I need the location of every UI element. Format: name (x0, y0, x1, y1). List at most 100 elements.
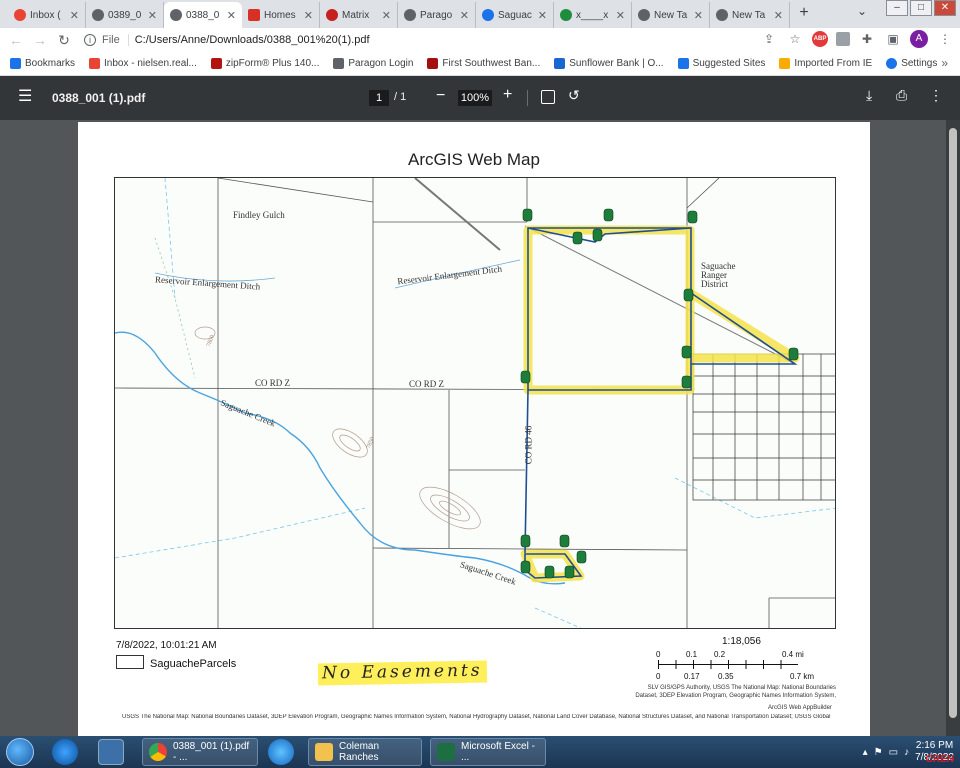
footnote: USGS The National Map: National Boundari… (122, 714, 831, 720)
close-icon[interactable]: ✕ (460, 9, 469, 22)
tab-0389[interactable]: 0389_0 ✕ (86, 2, 164, 28)
scale-km-2: 0.35 (718, 672, 734, 681)
download-icon[interactable]: ⤓ (866, 87, 872, 104)
matrix-icon (326, 9, 338, 21)
scale-km-3: 0.7 km (790, 672, 815, 681)
rotate-icon[interactable]: ↺ (568, 87, 580, 104)
close-icon[interactable]: ✕ (774, 9, 783, 22)
bookmark-first-southwest[interactable]: First Southwest Ban... (427, 58, 540, 69)
star-icon[interactable]: ☆ (786, 30, 804, 48)
scale-km-0: 0 (656, 672, 661, 681)
hamburger-icon[interactable]: ☰ (18, 89, 34, 105)
minimize-button[interactable]: – (886, 0, 908, 16)
address-bar[interactable]: i File C:/Users/Anne/Downloads/0388_001%… (84, 30, 804, 50)
sidepanel-icon[interactable]: ▣ (884, 30, 902, 48)
url-text[interactable]: C:/Users/Anne/Downloads/0388_001%20(1).p… (135, 34, 370, 46)
bookmark-sunflower[interactable]: Sunflower Bank | O... (554, 58, 664, 69)
close-icon[interactable]: ✕ (694, 9, 703, 22)
label-co-rd-46: CO RD 46 (523, 425, 534, 465)
bookmark-zipform[interactable]: zipForm® Plus 140... (210, 58, 319, 69)
new-tab-button[interactable]: + (793, 4, 815, 24)
globe-icon (560, 9, 572, 21)
folder-icon (779, 58, 791, 69)
volume-icon[interactable]: ♪ (904, 747, 909, 758)
reload-icon[interactable]: ↻ (52, 28, 76, 52)
tab-paragon[interactable]: Parago ✕ (398, 2, 476, 28)
tab-saguache[interactable]: Saguac ✕ (476, 2, 554, 28)
tab-homes[interactable]: Homes ✕ (242, 2, 320, 28)
print-icon[interactable]: ⎙ (896, 87, 907, 104)
tab-search-icon[interactable]: ⌄ (852, 4, 872, 22)
bookmark-bookmarks[interactable]: Bookmarks (10, 58, 75, 69)
back-icon[interactable]: ← (4, 28, 28, 52)
globe-icon (92, 9, 104, 21)
gear-icon (886, 58, 898, 69)
close-window-button[interactable]: ✕ (934, 0, 956, 16)
tab-matrix[interactable]: Matrix ✕ (320, 2, 398, 28)
adblock-icon[interactable]: ABP (812, 31, 828, 47)
menu-icon[interactable]: ⋮ (936, 30, 954, 48)
bookmark-settings[interactable]: Settings (886, 58, 937, 69)
close-icon[interactable]: ✕ (538, 9, 547, 22)
tray-arrow-icon[interactable]: ▴ (863, 747, 868, 758)
flag-icon[interactable]: ⚑ (874, 747, 883, 758)
close-icon[interactable]: ✕ (616, 9, 625, 22)
close-icon[interactable]: ✕ (304, 9, 313, 22)
bookmark-imported[interactable]: Imported From IE (779, 58, 872, 69)
close-icon[interactable]: ✕ (382, 9, 391, 22)
zoom-input[interactable]: 100% (458, 90, 492, 106)
close-icon[interactable]: ✕ (148, 9, 157, 22)
bookmark-suggested[interactable]: Suggested Sites (677, 58, 765, 69)
info-icon[interactable]: i (84, 34, 96, 46)
bookmark-paragon[interactable]: Paragon Login (333, 58, 413, 69)
scrollbar[interactable] (946, 120, 960, 736)
tab-new-2[interactable]: New Ta ✕ (710, 2, 790, 28)
label-ranger-district: Saguache Ranger District (701, 261, 736, 289)
scale-ratio: 1:18,056 (722, 636, 761, 647)
puzzle-icon[interactable]: ✚ (858, 30, 876, 48)
close-icon[interactable]: ✕ (70, 9, 79, 22)
page-number-input[interactable]: 1 (369, 90, 389, 106)
fit-page-icon[interactable] (541, 90, 555, 104)
extension-icon[interactable] (836, 32, 850, 46)
label-co-rd-z-mid: CO RD Z (409, 379, 445, 389)
pdf-viewer[interactable]: ArcGIS Web Map Findley Gulch Reservoir E… (0, 120, 960, 736)
tab-new-1[interactable]: New Ta ✕ (632, 2, 710, 28)
tab-x[interactable]: x____x ✕ (554, 2, 632, 28)
scrollbar-thumb[interactable] (949, 128, 957, 718)
legend-swatch (116, 655, 144, 669)
start-button[interactable] (6, 738, 34, 766)
paragon-icon (404, 9, 416, 21)
handwritten-note: No Easements (317, 660, 487, 686)
taskbar-excel[interactable]: Microsoft Excel - ... (430, 738, 546, 766)
pdf-toolbar: ☰ 0388_001 (1).pdf 1 / 1 − 100% + ↺ ⤓ ⎙ … (0, 76, 960, 120)
forward-icon[interactable]: → (28, 28, 52, 52)
media-player-icon[interactable] (98, 739, 124, 765)
esri-credit: ArcGIS Web AppBuilder (768, 705, 832, 711)
chevron-right-icon[interactable]: » (941, 56, 948, 70)
avatar[interactable]: A (910, 30, 928, 48)
zoom-in-icon[interactable]: + (503, 86, 512, 104)
taskbar-chrome[interactable]: 0388_001 (1).pdf - ... (142, 738, 258, 766)
tab-0388-active[interactable]: 0388_0 ✕ (164, 2, 242, 28)
close-icon[interactable]: ✕ (227, 9, 236, 22)
edge-icon[interactable] (52, 739, 78, 765)
toolbar-actions: ⇪ ☆ ABP ✚ ▣ A ⋮ (760, 30, 954, 48)
maximize-button[interactable]: □ (910, 0, 932, 16)
taskbar: 0388_001 (1).pdf - ... Coleman Ranches M… (0, 736, 960, 768)
zoom-out-icon[interactable]: − (436, 87, 445, 105)
pdf-title: 0388_001 (1).pdf (52, 91, 146, 105)
search-icon (677, 58, 689, 69)
tab-inbox[interactable]: Inbox (✕ (8, 2, 86, 28)
scale-km-1: 0.17 (684, 672, 700, 681)
scheme-label: File (102, 34, 129, 46)
display-icon[interactable]: ▭ (889, 747, 898, 758)
taskbar-explorer[interactable]: Coleman Ranches (308, 738, 422, 766)
bookmark-inbox[interactable]: Inbox - nielsen.real... (89, 58, 197, 69)
more-icon[interactable]: ⋮ (929, 87, 943, 104)
share-icon[interactable]: ⇪ (760, 30, 778, 48)
legend-label: SaguacheParcels (150, 658, 237, 670)
label-co-rd-z-left: CO RD Z (255, 378, 291, 388)
ie-icon[interactable] (268, 739, 294, 765)
pdf-page: ArcGIS Web Map Findley Gulch Reservoir E… (78, 122, 870, 736)
